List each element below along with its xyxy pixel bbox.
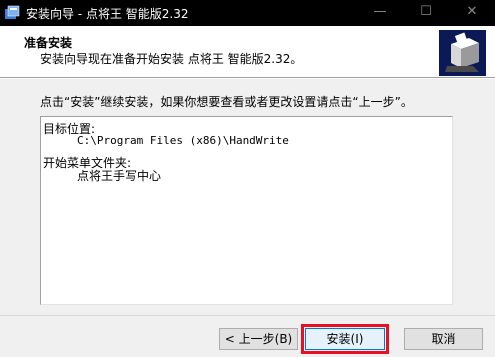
maximize-button[interactable]: ☐: [403, 0, 449, 26]
ready-memo[interactable]: 目标位置: C:\Program Files (x86)\HandWrite 开…: [40, 116, 453, 305]
installer-app-icon: [5, 5, 20, 19]
button-bar: < 上一步(B) 安装(I) 取消: [0, 315, 495, 357]
installer-box-icon: [439, 30, 486, 76]
page-subtitle: 安装向导现在准备开始安装 点将王 智能版2.32。: [40, 52, 303, 66]
page-title: 准备安装: [24, 36, 73, 50]
menu-value: 点将王手写中心: [77, 169, 162, 183]
install-button[interactable]: 安装(I): [305, 328, 385, 350]
wizard-body: 点击“安装”继续安装，如果你想要查看或者更改设置请点击“上一步”。 目标位置: …: [0, 79, 495, 315]
title-bar: 安装向导 - 点将王 智能版2.32 — ☐ ✕: [0, 0, 495, 26]
window-title: 安装向导 - 点将王 智能版2.32: [26, 7, 189, 21]
close-button[interactable]: ✕: [449, 0, 495, 26]
instruction-text: 点击“安装”继续安装，如果你想要查看或者更改设置请点击“上一步”。: [40, 95, 413, 109]
minimize-button[interactable]: —: [357, 0, 403, 26]
back-button[interactable]: < 上一步(B): [219, 328, 298, 350]
dest-value: C:\Program Files (x86)\HandWrite: [77, 134, 289, 147]
wizard-header: 准备安装 安装向导现在准备开始安装 点将王 智能版2.32。: [0, 26, 495, 78]
cancel-button[interactable]: 取消: [404, 328, 483, 350]
